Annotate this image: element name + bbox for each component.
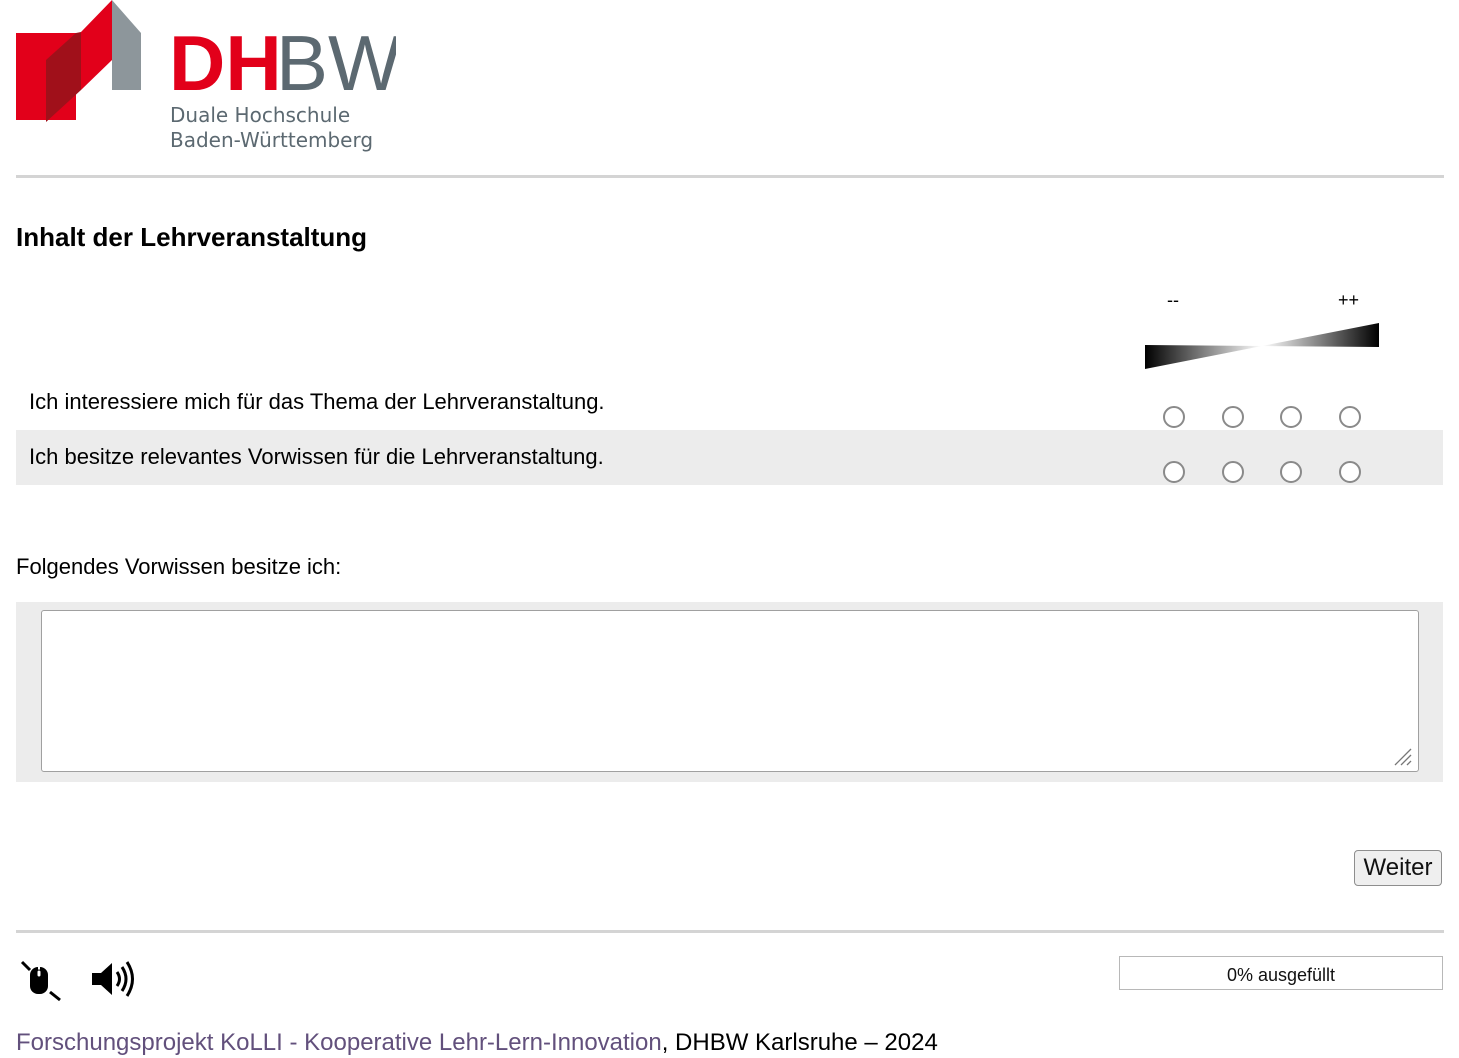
- likert-row: Ich besitze relevantes Vorwissen für die…: [16, 430, 1443, 485]
- radio-item2-option1[interactable]: [1163, 461, 1185, 483]
- item-text: Ich besitze relevantes Vorwissen für die…: [29, 444, 604, 469]
- footer-divider: [16, 930, 1444, 933]
- prior-knowledge-textarea[interactable]: [41, 610, 1419, 772]
- progress-text: 0% ausgefüllt: [1226, 965, 1336, 985]
- dhbw-logo: DH BW Duale Hochschule Baden-Württemberg: [16, 0, 396, 152]
- item-text: Ich interessiere mich für das Thema der …: [29, 389, 605, 414]
- speaker-icon[interactable]: [90, 956, 136, 1002]
- radio-item2-option3[interactable]: [1280, 461, 1302, 483]
- scale-low-label: --: [1167, 290, 1179, 310]
- radio-item1-option3[interactable]: [1280, 406, 1302, 428]
- footer-project-link[interactable]: Forschungsprojekt KoLLI - Kooperative Le…: [16, 1029, 662, 1056]
- resize-grip-icon[interactable]: [1392, 746, 1412, 766]
- wordmark-dh: DH: [169, 19, 282, 107]
- section-title: Inhalt der Lehrveranstaltung: [16, 222, 368, 252]
- footer: Forschungsprojekt KoLLI - Kooperative Le…: [16, 1029, 938, 1057]
- radio-item2-option4[interactable]: [1339, 461, 1361, 483]
- radio-item2-option2[interactable]: [1222, 461, 1244, 483]
- header-divider: [16, 175, 1444, 178]
- scale-high-label: ++: [1338, 290, 1360, 310]
- weiter-button[interactable]: Weiter: [1354, 850, 1442, 886]
- open-question-label: Folgendes Vorwissen besitze ich:: [16, 554, 342, 579]
- mouse-magnifier-icon[interactable]: [20, 960, 62, 1002]
- logo-subtitle-1: Duale Hochschule: [170, 103, 350, 127]
- footer-suffix: , DHBW Karlsruhe – 2024: [661, 1029, 938, 1056]
- open-question-container: [16, 602, 1443, 782]
- progress-bar: 0% ausgefüllt: [1119, 956, 1443, 990]
- radio-item1-option1[interactable]: [1163, 406, 1185, 428]
- radio-item1-option2[interactable]: [1222, 406, 1244, 428]
- radio-item1-option4[interactable]: [1339, 406, 1361, 428]
- likert-row: Ich interessiere mich für das Thema der …: [16, 375, 1443, 430]
- logo-subtitle-2: Baden-Württemberg: [170, 128, 373, 152]
- wordmark-bw: BW: [276, 19, 396, 107]
- scale-gradient-wedge: [1145, 323, 1379, 369]
